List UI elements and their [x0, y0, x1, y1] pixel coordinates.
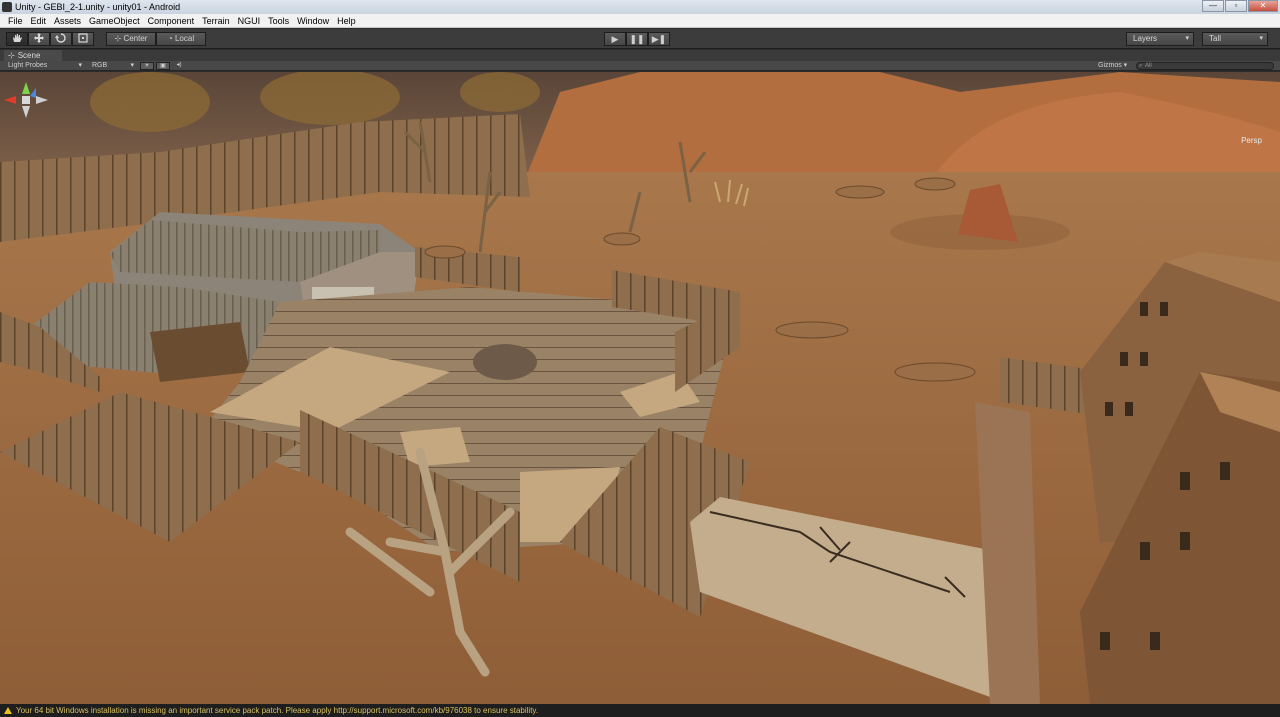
- play-controls: ▶ ❚❚ ▶❚: [604, 32, 670, 46]
- menu-bar: File Edit Assets GameObject Component Te…: [0, 14, 1280, 28]
- move-tool-button[interactable]: [28, 32, 50, 46]
- window-controls: — ▫ ✕: [1201, 0, 1278, 13]
- layers-label: Layers: [1133, 34, 1158, 43]
- pivot-local-icon: ◔: [167, 34, 175, 43]
- chevron-down-icon: ▾: [130, 62, 134, 69]
- chevron-down-icon: ▾: [1121, 62, 1128, 69]
- window-title: Unity - GEBI_2-1.unity - unity01 - Andro…: [15, 2, 181, 12]
- chevron-down-icon: ▾: [1259, 35, 1263, 42]
- status-message: Your 64 bit Windows installation is miss…: [16, 706, 539, 715]
- pivot-local-label: Local: [174, 34, 195, 43]
- chevron-down-icon: ▾: [1185, 35, 1189, 42]
- minimize-button[interactable]: —: [1202, 0, 1224, 12]
- layout-label: Tall: [1209, 34, 1222, 43]
- metal-floor-plate-3: [400, 427, 470, 467]
- menu-ngui[interactable]: NGUI: [234, 14, 265, 27]
- transform-tools: [6, 32, 94, 46]
- pivot-center-label: Center: [123, 34, 148, 43]
- pivot-center-toggle[interactable]: ⊹ Center: [106, 32, 156, 46]
- scene-tab-label: Scene: [17, 51, 41, 60]
- pivot-toggles: ⊹ Center ◔ Local: [106, 32, 206, 46]
- skybox-toggle[interactable]: ▣: [156, 62, 170, 70]
- main-toolbar: ⊹ Center ◔ Local ▶ ❚❚ ▶❚ Layers ▾ Tall ▾: [0, 29, 1280, 49]
- maximize-button[interactable]: ▫: [1225, 0, 1247, 12]
- move-icon: [34, 33, 44, 43]
- chevron-down-icon: ▾: [78, 62, 82, 69]
- gizmo-z-axis[interactable]: [30, 88, 36, 98]
- pivot-local-toggle[interactable]: ◔ Local: [156, 32, 206, 46]
- gizmo-neg-x-axis[interactable]: [36, 96, 48, 104]
- persp-label[interactable]: Persp: [1241, 136, 1262, 145]
- gizmo-x-axis[interactable]: [4, 96, 16, 104]
- pause-button[interactable]: ❚❚: [626, 32, 648, 46]
- audio-toggle[interactable]: ◂): [172, 62, 186, 70]
- unity-app-icon: [2, 2, 12, 12]
- speaker-icon: ◂): [176, 62, 182, 68]
- lighting-toggle[interactable]: ☀: [140, 62, 154, 70]
- scale-tool-button[interactable]: [72, 32, 94, 46]
- window-title-bar: Unity - GEBI_2-1.unity - unity01 - Andro…: [0, 0, 1280, 14]
- menu-edit[interactable]: Edit: [27, 14, 51, 27]
- menu-tools[interactable]: Tools: [264, 14, 293, 27]
- step-button[interactable]: ▶❚: [648, 32, 670, 46]
- render-mode-label: Light Probes: [8, 62, 48, 69]
- scene-tab-row: ⊹ Scene: [0, 50, 1280, 61]
- scene-search-field[interactable]: ⌕ All: [1136, 62, 1274, 70]
- menu-window[interactable]: Window: [293, 14, 333, 27]
- gizmo-neg-y-axis[interactable]: [22, 106, 30, 118]
- gizmos-dropdown[interactable]: Gizmos ▾: [1098, 61, 1132, 71]
- color-mode-dropdown[interactable]: RGB ▾: [92, 61, 134, 71]
- hand-icon: [13, 34, 22, 42]
- menu-assets[interactable]: Assets: [50, 14, 85, 27]
- orientation-gizmo[interactable]: [0, 72, 52, 132]
- menu-help[interactable]: Help: [333, 14, 360, 27]
- image-icon: ▣: [160, 63, 166, 69]
- scene-render: [0, 72, 1280, 704]
- gizmos-label: Gizmos: [1098, 62, 1122, 69]
- status-bar[interactable]: Your 64 bit Windows installation is miss…: [0, 704, 1280, 717]
- warning-icon: [4, 707, 12, 714]
- color-mode-label: RGB: [92, 62, 108, 69]
- rubble: [473, 344, 537, 380]
- hand-tool-button[interactable]: [6, 32, 28, 46]
- close-button[interactable]: ✕: [1248, 0, 1278, 12]
- menu-component[interactable]: Component: [144, 14, 199, 27]
- search-placeholder: All: [1145, 63, 1152, 69]
- scene-tab-icon: ⊹: [8, 51, 15, 60]
- layers-dropdown[interactable]: Layers ▾: [1126, 32, 1194, 46]
- layout-dropdown[interactable]: Tall ▾: [1202, 32, 1268, 46]
- scale-icon: [78, 33, 88, 43]
- play-button[interactable]: ▶: [604, 32, 626, 46]
- tab-scene[interactable]: ⊹ Scene: [4, 50, 62, 61]
- rotate-tool-button[interactable]: [50, 32, 72, 46]
- gizmo-center[interactable]: [22, 96, 30, 104]
- rotate-icon: [55, 33, 66, 43]
- menu-file[interactable]: File: [4, 14, 27, 27]
- sun-icon: ☀: [144, 63, 150, 69]
- menu-gameobject[interactable]: GameObject: [85, 14, 144, 27]
- scene-view-toolbar: Light Probes ▾ RGB ▾ ☀ ▣ ◂) Gizmos ▾ ⌕ All: [0, 61, 1280, 71]
- search-icon: ⌕: [1139, 63, 1143, 69]
- menu-terrain[interactable]: Terrain: [198, 14, 234, 27]
- render-mode-dropdown[interactable]: Light Probes ▾: [8, 61, 82, 71]
- scene-viewport[interactable]: Persp: [0, 72, 1280, 704]
- gizmo-y-axis[interactable]: [22, 82, 30, 94]
